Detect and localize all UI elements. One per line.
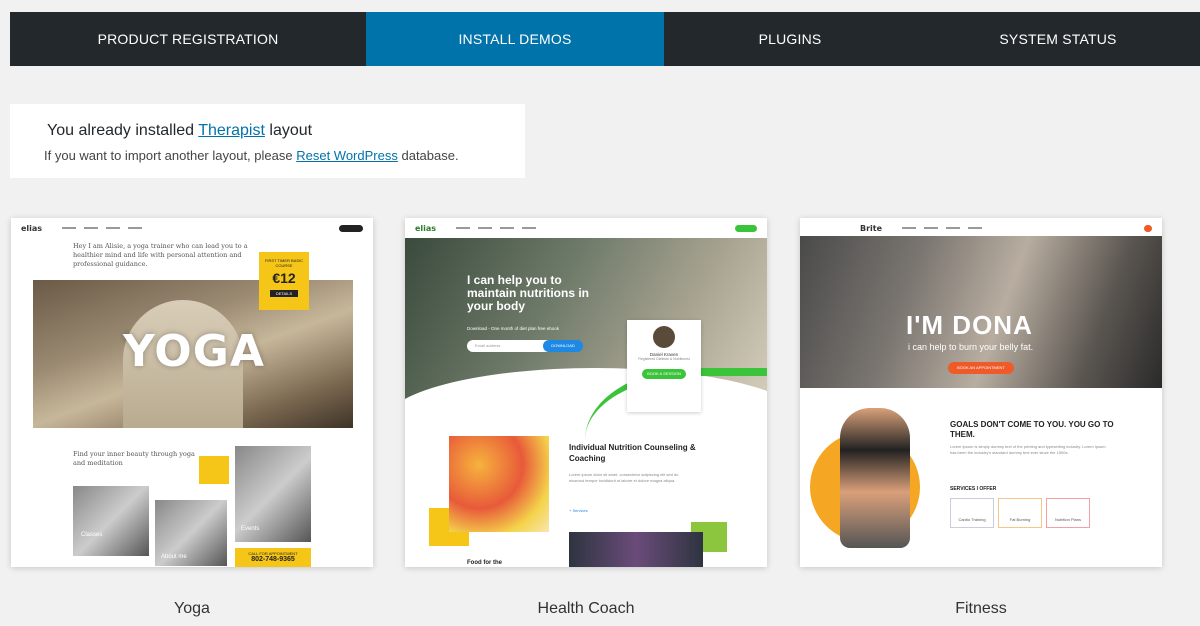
avatar	[653, 326, 675, 348]
preview-athlete-image	[840, 408, 910, 548]
preview-subheading: Find your inner beauty through yoga and …	[73, 450, 195, 467]
preview-navbar: elias	[405, 218, 767, 238]
preview-hero-sub: i can help to burn your belly fat.	[908, 342, 1034, 352]
installed-layout-link[interactable]: Therapist	[198, 122, 265, 139]
preview-person-card: Daniel Kraven Registered Dietitian & Nut…	[627, 320, 701, 412]
preview-goal-title: GOALS DON'T COME TO YOU. YOU GO TO THEM.	[950, 420, 1114, 439]
demo-card-health-coach[interactable]: elias I can help you to maintain nutriti…	[405, 218, 767, 567]
preview-logo: elias	[21, 223, 43, 233]
tab-system-status[interactable]: SYSTEM STATUS	[916, 12, 1200, 66]
installed-notice: You already installed Therapist layout I…	[10, 104, 525, 178]
demo-name-health-coach: Health Coach	[537, 600, 635, 617]
preview-navbar: Brite	[800, 218, 1162, 238]
preview-service-box: Fat Burning	[998, 498, 1042, 528]
preview-appointment-button: BOOK AN APPOINTMENT	[948, 362, 1014, 374]
preview-fruit-image	[449, 436, 549, 532]
preview-tile-about: About me	[155, 500, 227, 566]
preview-download-button: DOWNLOAD	[543, 340, 583, 352]
preview-hero-title: I'M DONA	[906, 310, 1033, 340]
preview-tag: Food for the	[467, 560, 502, 566]
preview-services-title: SERVICES I OFFER	[950, 486, 997, 492]
demo-name-yoga: Yoga	[174, 600, 210, 617]
preview-hero-line: Download - One month of diet plan free e…	[467, 326, 560, 331]
demo-name-fitness: Fitness	[955, 600, 1007, 617]
preview-food-image	[569, 532, 703, 567]
preview-hero-word: YOGA	[123, 326, 265, 377]
notice-line-2: If you want to import another layout, pl…	[44, 148, 459, 163]
preview-navbar: elias	[11, 218, 373, 238]
demo-card-fitness[interactable]: Brite I'M DONA i can help to burn your b…	[800, 218, 1162, 567]
preview-section-text: Lorem ipsum dolor sit amet, consectetur …	[569, 472, 679, 483]
preview-intro: Hey I am Alisie, a yoga trainer who can …	[73, 242, 248, 268]
preview-logo: Brite	[860, 223, 883, 233]
reset-wordpress-link[interactable]: Reset WordPress	[296, 148, 398, 163]
preview-tile-classes: Classes	[73, 486, 149, 556]
preview-call-box: CALL FOR APPOINTMENT 802-748-9365	[235, 548, 311, 567]
tab-plugins[interactable]: PLUGINS	[664, 12, 916, 66]
tab-product-registration[interactable]: PRODUCT REGISTRATION	[10, 12, 366, 66]
tab-bar: PRODUCT REGISTRATION INSTALL DEMOS PLUGI…	[10, 12, 1200, 66]
tab-install-demos[interactable]: INSTALL DEMOS	[366, 12, 664, 66]
preview-service-box: Nutrition Plans	[1046, 498, 1090, 528]
preview-logo: elias	[415, 223, 437, 233]
preview-services-link: + Services	[569, 508, 588, 513]
preview-goal-text: Lorem Ipsum is simply dummy text of the …	[950, 444, 1106, 455]
demo-card-yoga[interactable]: elias Hey I am Alisie, a yoga trainer wh…	[11, 218, 373, 567]
notice-line-1: You already installed Therapist layout	[47, 122, 313, 139]
preview-service-box: Cardio Training	[950, 498, 994, 528]
preview-hero-title: I can help you to maintain nutritions in…	[467, 273, 589, 313]
preview-tile-events: Events	[235, 446, 311, 542]
preview-yellow-tile	[199, 456, 229, 484]
preview-section-title: Individual Nutrition Counseling & Coachi…	[569, 443, 696, 463]
preview-price-badge: FIRST TIMER BASIC COURSE €12 DETAILS	[259, 252, 309, 310]
